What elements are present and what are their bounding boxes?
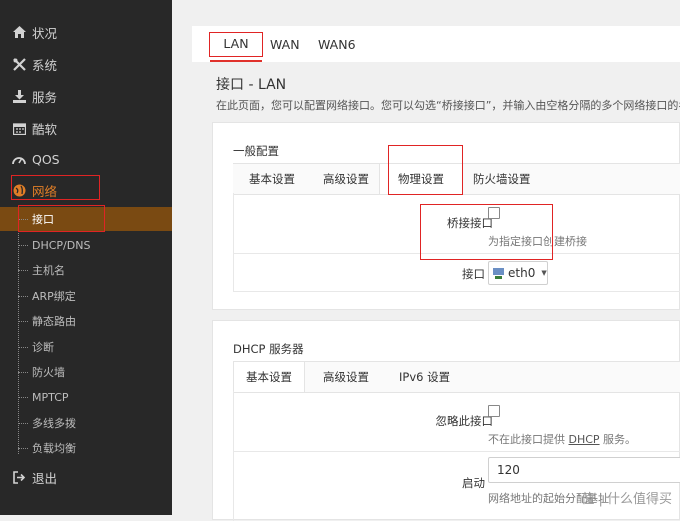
sidebar-subitem-multiwan[interactable]: 多线多拨: [0, 411, 172, 435]
interface-select[interactable]: eth0 ▼: [488, 261, 548, 285]
ignore-row: 忽略此接口 不在此接口提供 DHCP 服务。: [233, 391, 680, 452]
tab-wan6[interactable]: WAN6: [318, 26, 356, 62]
sidebar-subitem-hostnames[interactable]: 主机名: [0, 258, 172, 282]
calendar-icon: [12, 121, 26, 135]
dhcp-subtabs: 基本设置 高级设置 IPv6 设置: [233, 361, 680, 393]
chevron-down-icon: ▼: [541, 269, 547, 277]
tab-wan[interactable]: WAN: [270, 26, 300, 62]
ignore-checkbox[interactable]: [488, 405, 500, 417]
nav-item-qos[interactable]: QOS: [0, 146, 172, 172]
subtab-basic[interactable]: 基本设置: [249, 164, 295, 194]
subtab-advanced[interactable]: 高级设置: [323, 164, 369, 194]
start-label: 启动: [462, 476, 485, 490]
general-config-title: 一般配置: [233, 144, 279, 158]
sidebar-subitem-dhcp-dns[interactable]: DHCP/DNS: [0, 233, 172, 257]
network-icon: [492, 267, 505, 280]
nav-item-network[interactable]: 网络: [0, 177, 172, 203]
bridge-hint: 为指定接口创建桥接: [488, 235, 587, 248]
sidebar-subitem-static-routes[interactable]: 静态路由: [0, 309, 172, 333]
start-input[interactable]: 120: [488, 457, 680, 483]
ignore-label: 忽略此接口: [435, 414, 494, 428]
bridge-checkbox[interactable]: [488, 207, 500, 219]
dhcp-subtab-advanced[interactable]: 高级设置: [323, 362, 369, 392]
general-config-card: 一般配置 基本设置 高级设置 物理设置 防火墙设置 桥接接口 为指定接口创建桥接…: [212, 122, 680, 310]
download-icon: [12, 89, 26, 103]
home-icon: [12, 25, 26, 39]
page-description: 在此页面，您可以配置网络接口。您可以勾选“桥接接口”，并输入由空格分隔的多个网络…: [216, 99, 680, 112]
interface-label: 接口: [462, 267, 485, 281]
sidebar: 状况 系统 服务 酷软 QOS 网络 接口 DHCP/DNS 主机名 ARP绑定…: [0, 0, 172, 515]
logout-icon: [12, 470, 26, 484]
interface-row: 接口 eth0 ▼: [233, 254, 680, 292]
bridge-row: 桥接接口 为指定接口创建桥接: [233, 193, 680, 254]
gauge-icon: [12, 152, 26, 166]
nav-item-logout[interactable]: 退出: [0, 464, 172, 490]
sidebar-subitem-load-balancing[interactable]: 负载均衡: [0, 436, 172, 460]
nav-item-apps[interactable]: 酷软: [0, 115, 172, 141]
tab-lan[interactable]: LAN: [210, 26, 262, 62]
dhcp-subtab-ipv6[interactable]: IPv6 设置: [399, 362, 450, 392]
subtab-firewall[interactable]: 防火墙设置: [473, 164, 531, 194]
sidebar-subitem-firewall[interactable]: 防火墙: [0, 360, 172, 384]
bridge-label: 桥接接口: [447, 216, 493, 230]
sidebar-subitem-interfaces[interactable]: 接口: [0, 207, 172, 231]
nav-item-services[interactable]: 服务: [0, 83, 172, 109]
page-title: 接口 - LAN: [216, 77, 287, 93]
start-row: 启动 120 网络地址的起始分配基址: [233, 452, 680, 521]
nav-item-status[interactable]: 状况: [0, 19, 172, 45]
watermark: 值 | 什么值得买: [581, 492, 672, 507]
nav-item-system[interactable]: 系统: [0, 51, 172, 77]
interface-tabbar: LAN WAN WAN6: [192, 26, 680, 62]
dhcp-title: DHCP 服务器: [233, 342, 304, 356]
globe-icon: [12, 183, 26, 197]
sidebar-subitem-arp[interactable]: ARP绑定: [0, 284, 172, 308]
ignore-hint: 不在此接口提供 DHCP 服务。: [488, 433, 637, 446]
dhcp-subtab-basic[interactable]: 基本设置: [233, 362, 305, 392]
subtab-physical[interactable]: 物理设置: [379, 164, 463, 194]
main-content: LAN WAN WAN6 接口 - LAN 在此页面，您可以配置网络接口。您可以…: [172, 0, 680, 521]
general-subtabs: 基本设置 高级设置 物理设置 防火墙设置: [233, 163, 680, 195]
sidebar-subitem-mptcp[interactable]: MPTCP: [0, 385, 172, 409]
tools-icon: [12, 57, 26, 71]
sidebar-subitem-diagnostics[interactable]: 诊断: [0, 335, 172, 359]
